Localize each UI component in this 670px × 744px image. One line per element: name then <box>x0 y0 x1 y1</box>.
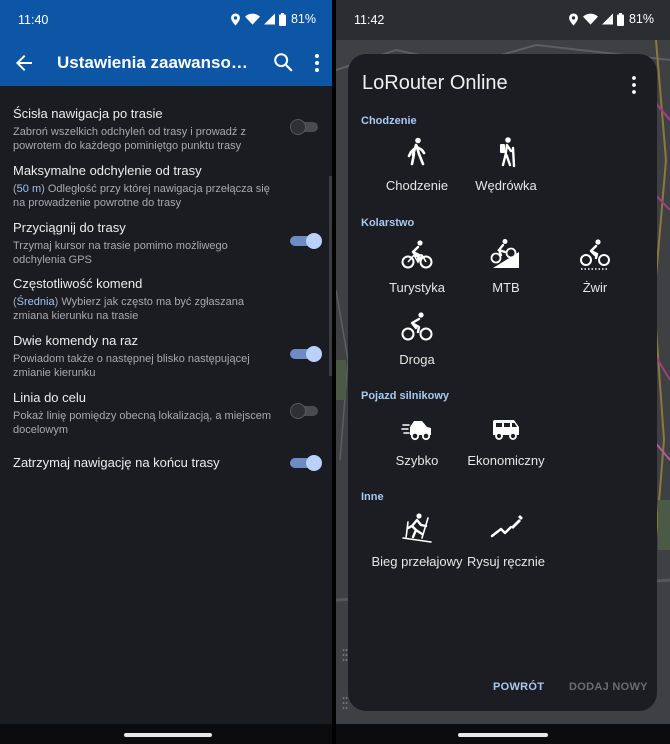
option-label: Wędrówka <box>475 178 537 193</box>
battery-icon <box>616 12 624 26</box>
option-label: Turystyka <box>389 280 445 295</box>
battery-percentage: 81% <box>290 12 316 26</box>
setting-max-deviation[interactable]: Maksymalne odchylenie od trasy (50 m) Od… <box>13 163 323 210</box>
status-time: 11:42 <box>354 13 385 27</box>
app-bar: Ustawienia zaawansowane <box>0 40 332 86</box>
page-title: Ustawienia zaawansowane <box>57 53 257 72</box>
setting-description: (50 m) Odległość przy której nawigacja p… <box>13 183 270 209</box>
snap-to-route-toggle[interactable] <box>290 233 322 249</box>
setting-description: Trzymaj kursor na trasie pomimo możliweg… <box>13 240 228 266</box>
profile-option[interactable]: Szybko <box>367 411 467 471</box>
option-label: Ekonomiczny <box>467 453 545 468</box>
dialog-title: LoRouter Online <box>362 72 508 94</box>
setting-value: 50 m <box>16 183 42 195</box>
profile-option[interactable]: Chodzenie <box>367 136 467 196</box>
setting-description: (Średnia) Wybierz jak często ma być zgła… <box>13 296 245 322</box>
setting-snap-to-route[interactable]: Przyciągnij do trasy Trzymaj kursor na t… <box>13 220 323 267</box>
option-label: Żwir <box>582 280 608 295</box>
wifi-icon <box>244 13 260 25</box>
home-gesture-handle[interactable] <box>458 733 548 737</box>
back-button[interactable]: POWRÓT <box>493 681 544 693</box>
option-label: Bieg przełajowy <box>371 554 463 569</box>
option-label: MTB <box>492 280 520 295</box>
profile-option[interactable]: Żwir <box>545 238 645 298</box>
setting-two-commands[interactable]: Dwie komendy na raz Powiadom także o nas… <box>13 333 323 380</box>
route-profile-screen: 11:42 81% LoRouter Online Chodzenie Chod… <box>336 0 670 744</box>
add-new-button[interactable]: DODAJ NOWY <box>569 681 648 693</box>
profile-option[interactable]: Bieg przełajowy <box>367 512 467 572</box>
setting-line-to-destination[interactable]: Linia do celu Pokaż linię pomiędzy obecn… <box>13 390 323 437</box>
setting-strict-navigation[interactable]: Ścisła nawigacja po trasie Zabroń wszelk… <box>13 106 323 153</box>
setting-title: Ścisła nawigacja po trasie <box>13 106 163 121</box>
setting-title: Linia do celu <box>13 390 86 405</box>
back-arrow-icon[interactable] <box>12 51 36 75</box>
profile-option[interactable]: Rysuj ręcznie <box>456 512 556 572</box>
profile-option[interactable]: Wędrówka <box>456 136 556 196</box>
signal-icon <box>601 13 613 25</box>
option-label: Chodzenie <box>385 178 449 193</box>
profile-option[interactable]: Droga <box>367 310 467 370</box>
profile-option[interactable]: MTB <box>456 238 556 298</box>
option-label: Szybko <box>395 453 439 468</box>
line-to-destination-toggle[interactable] <box>290 403 320 419</box>
bicycle-touring-icon <box>401 240 433 269</box>
road-bike-icon <box>401 312 433 341</box>
search-icon[interactable] <box>272 51 294 73</box>
section-other: Inne <box>361 491 384 503</box>
status-time: 11:40 <box>18 13 49 27</box>
route-profile-dialog: LoRouter Online Chodzenie Chodzenie Wędr… <box>348 54 657 711</box>
status-bar: 11:42 81% <box>336 0 670 40</box>
fast-car-icon <box>401 421 431 441</box>
walking-icon <box>407 137 426 166</box>
setting-command-frequency[interactable]: Częstotliwość komend (Średnia) Wybierz j… <box>13 276 323 323</box>
setting-description: Zabroń wszelkich odchyleń od trasy i pro… <box>13 126 246 152</box>
drag-handle-icon[interactable] <box>342 696 348 710</box>
hiking-icon <box>500 137 516 168</box>
home-gesture-handle[interactable] <box>124 733 212 737</box>
strict-navigation-toggle[interactable] <box>290 119 320 135</box>
location-icon <box>569 13 578 25</box>
profile-option[interactable]: Turystyka <box>367 238 467 298</box>
option-label: Rysuj ręcznie <box>466 554 546 569</box>
setting-title: Maksymalne odchylenie od trasy <box>13 163 202 178</box>
battery-icon <box>278 12 286 26</box>
two-commands-toggle[interactable] <box>290 346 322 362</box>
more-vert-icon[interactable] <box>628 74 640 96</box>
stop-at-end-toggle[interactable] <box>290 455 322 471</box>
setting-title: Dwie komendy na raz <box>13 333 138 348</box>
mountain-bike-icon <box>490 239 519 268</box>
signal-icon <box>263 13 275 25</box>
battery-percentage: 81% <box>628 12 654 26</box>
more-vert-icon[interactable] <box>309 52 325 74</box>
status-bar: 11:40 81% <box>0 0 332 40</box>
section-cycling: Kolarstwo <box>361 217 415 229</box>
advanced-settings-screen: 11:40 81% Ustawienia zaawansowane Ścisła… <box>0 0 332 744</box>
setting-stop-at-end[interactable]: Zatrzymaj nawigację na końcu trasy <box>13 455 323 471</box>
option-label: Droga <box>399 352 435 367</box>
section-walking: Chodzenie <box>361 115 417 127</box>
setting-value: Średnia <box>16 296 55 308</box>
profile-option[interactable]: Ekonomiczny <box>456 411 556 471</box>
section-motor-vehicle: Pojazd silnikowy <box>361 390 450 402</box>
economic-van-icon <box>493 420 519 440</box>
setting-title: Częstotliwość komend <box>13 276 143 291</box>
setting-title: Zatrzymaj nawigację na końcu trasy <box>13 455 220 470</box>
setting-description: Powiadom także o następnej blisko następ… <box>13 353 250 379</box>
cross-country-ski-icon <box>402 513 432 543</box>
location-icon <box>231 13 240 25</box>
setting-description: Pokaż linię pomiędzy obecną lokalizacją,… <box>13 410 272 436</box>
draw-manually-icon <box>490 515 523 538</box>
setting-title: Przyciągnij do trasy <box>13 220 126 235</box>
gravel-bike-icon <box>580 239 610 270</box>
wifi-icon <box>582 13 598 25</box>
